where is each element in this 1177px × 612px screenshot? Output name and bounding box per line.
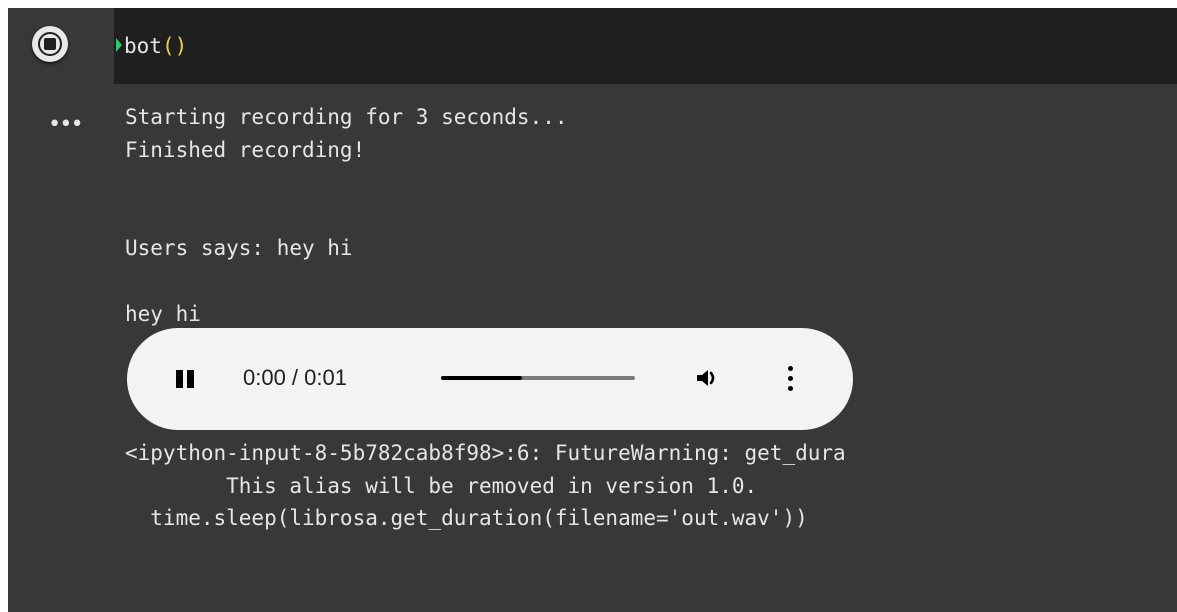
warning-line: <ipython-input-8-5b782cab8f98>:6: Future…	[125, 441, 846, 465]
warning-line: time.sleep(librosa.get_duration(filename…	[125, 506, 808, 530]
stop-icon	[44, 38, 56, 50]
audio-time: 0:00 / 0:01	[243, 365, 347, 390]
more-options-icon[interactable]	[787, 366, 795, 392]
cell-gutter	[8, 8, 114, 84]
code-editor-area[interactable]: bot()	[8, 8, 1177, 84]
output-line: hey hi	[125, 302, 201, 326]
audio-player: 0:00 / 0:01	[127, 328, 853, 430]
audio-progress-fill	[441, 376, 523, 380]
audio-progress-slider[interactable]	[441, 376, 635, 380]
volume-icon[interactable]	[695, 366, 719, 390]
stop-execution-button[interactable]	[32, 26, 68, 62]
output-line: Finished recording!	[125, 138, 366, 162]
pause-icon[interactable]	[176, 370, 196, 388]
code-line[interactable]: bot()	[116, 34, 187, 58]
code-parens: ()	[161, 34, 188, 58]
notebook-cell: bot() ••• Starting recording for 3 secon…	[8, 8, 1177, 612]
output-line: Starting recording for 3 seconds...	[125, 105, 568, 129]
output-line: Users says: hey hi	[125, 236, 353, 260]
output-menu-button[interactable]: •••	[48, 114, 84, 136]
run-marker-icon	[116, 38, 122, 52]
code-function: bot	[124, 34, 162, 58]
warning-line: This alias will be removed in version 1.…	[125, 474, 758, 498]
